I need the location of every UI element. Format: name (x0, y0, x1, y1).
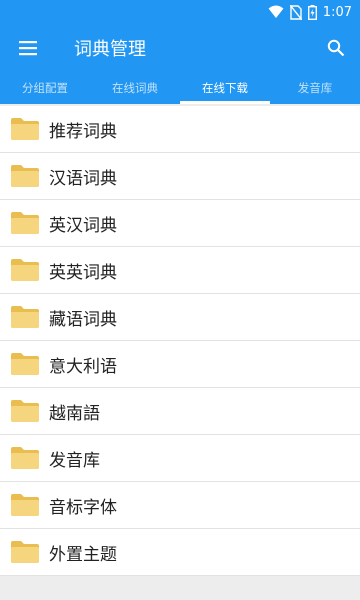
folder-icon (11, 212, 39, 234)
list-item-label: 藏语词典 (49, 309, 117, 330)
status-bar: 1:07 (0, 0, 360, 24)
folder-icon (11, 353, 39, 375)
list-item-label: 意大利语 (49, 356, 117, 377)
tab-pronunciation-library[interactable]: 发音库 (270, 72, 360, 104)
list-item-phonetic-fonts[interactable]: 音标字体 (0, 482, 360, 529)
folder-icon (11, 400, 39, 422)
search-icon (327, 39, 345, 57)
list-item-label: 音标字体 (49, 497, 117, 518)
list-item-chinese-dictionaries[interactable]: 汉语词典 (0, 153, 360, 200)
no-sim-icon (289, 4, 302, 20)
tab-online-dictionaries[interactable]: 在线词典 (90, 72, 180, 104)
wifi-icon (268, 5, 284, 18)
folder-icon (11, 494, 39, 516)
list-item-tibetan-dictionaries[interactable]: 藏语词典 (0, 294, 360, 341)
folder-icon (11, 259, 39, 281)
list-item-external-themes[interactable]: 外置主题 (0, 529, 360, 576)
battery-icon (307, 4, 317, 20)
list-item-vietnamese[interactable]: 越南語 (0, 388, 360, 435)
list-item-italian[interactable]: 意大利语 (0, 341, 360, 388)
folder-icon (11, 541, 39, 563)
list-item-label: 推荐词典 (49, 121, 117, 142)
app-bar: 词典管理 (0, 24, 360, 72)
list-item-english-chinese-dictionaries[interactable]: 英汉词典 (0, 200, 360, 247)
search-button[interactable] (312, 24, 360, 72)
tab-online-download[interactable]: 在线下载 (180, 72, 270, 104)
list-item-english-english-dictionaries[interactable]: 英英词典 (0, 247, 360, 294)
menu-button[interactable] (0, 24, 56, 72)
folder-icon (11, 165, 39, 187)
list-item-label: 英汉词典 (49, 215, 117, 236)
list-item-label: 发音库 (49, 450, 100, 471)
status-time: 1:07 (322, 4, 352, 20)
hamburger-menu-icon (19, 41, 37, 56)
folder-icon (11, 447, 39, 469)
list-item-label: 汉语词典 (49, 168, 117, 189)
download-list: 推荐词典 汉语词典 英汉词典 英英词典 藏语词典 意大利语 越南語 发音库 音标… (0, 106, 360, 576)
list-item-label: 外置主题 (49, 544, 117, 565)
tab-bar: 分组配置 在线词典 在线下载 发音库 (0, 72, 360, 104)
page-title: 词典管理 (74, 39, 146, 60)
tab-group-config[interactable]: 分组配置 (0, 72, 90, 104)
list-item-recommended-dictionaries[interactable]: 推荐词典 (0, 106, 360, 153)
list-item-label: 越南語 (49, 403, 100, 424)
folder-icon (11, 306, 39, 328)
list-item-label: 英英词典 (49, 262, 117, 283)
folder-icon (11, 118, 39, 140)
list-item-pronunciation-library[interactable]: 发音库 (0, 435, 360, 482)
